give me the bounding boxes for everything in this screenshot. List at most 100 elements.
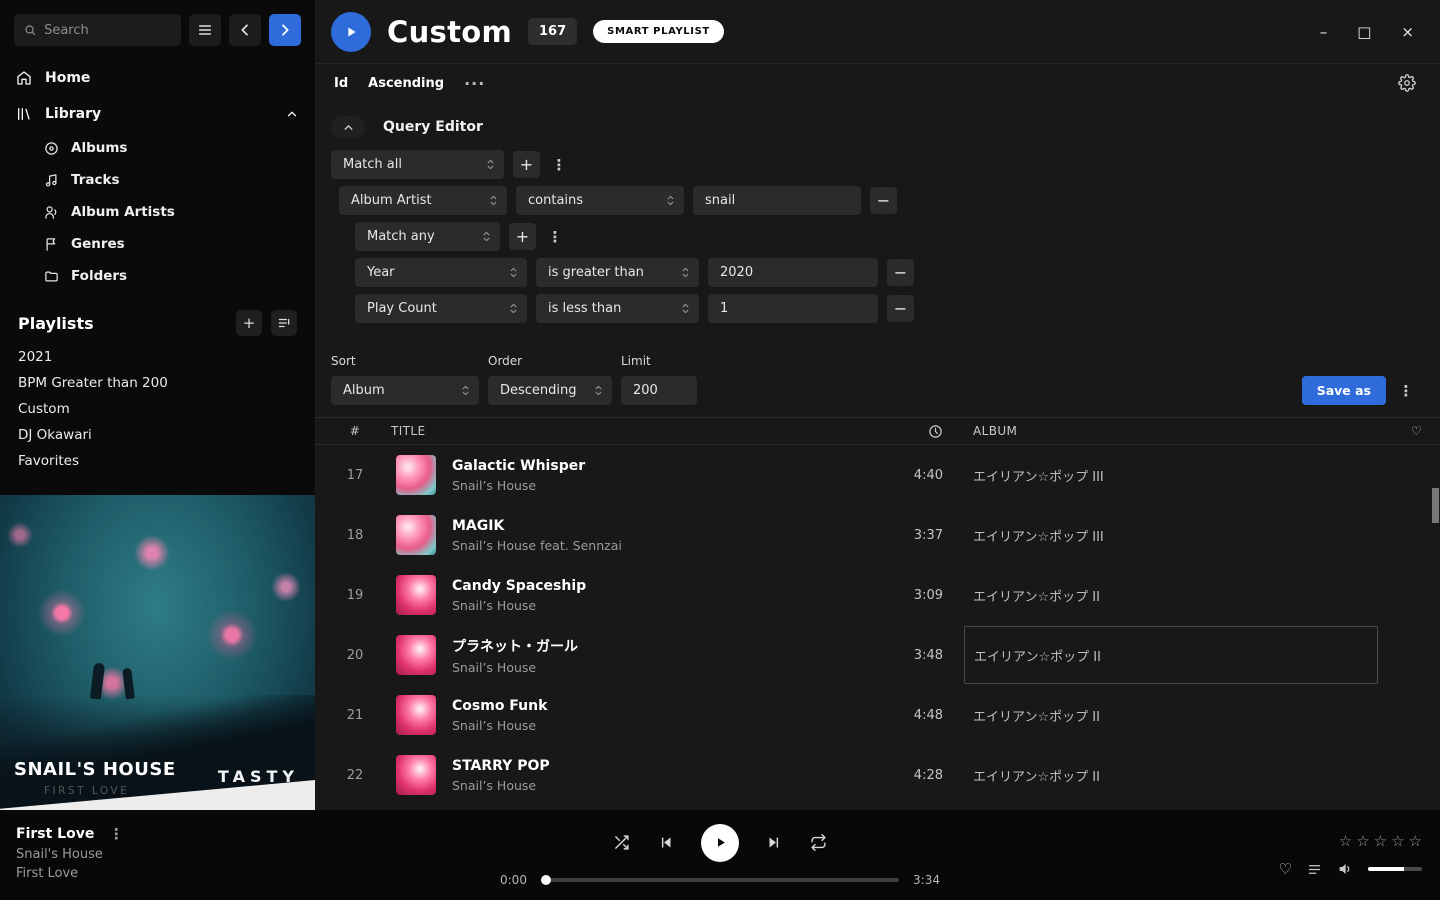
next-button[interactable] <box>766 834 783 851</box>
sub-match-type-select[interactable]: Match any <box>355 222 500 251</box>
queue-button[interactable] <box>1307 862 1322 877</box>
group-options-button[interactable]: ⋮ <box>549 156 569 174</box>
more-options-icon[interactable]: ··· <box>464 74 485 93</box>
track-album[interactable]: エイリアン☆ポップ II <box>951 766 1411 785</box>
star-icon[interactable]: ☆ <box>1374 832 1387 850</box>
chevron-up-icon[interactable] <box>285 107 299 121</box>
volume-slider[interactable] <box>1368 867 1422 871</box>
rule-operator-select[interactable]: is greater than <box>536 258 699 287</box>
playlist-item-2021[interactable]: 2021 <box>0 344 315 370</box>
playlist-list-button[interactable] <box>271 310 297 336</box>
favorite-button[interactable]: ♡ <box>1279 860 1292 878</box>
playlist-options-button[interactable]: ⋮ <box>1396 376 1416 405</box>
sidebar-item-album-artists[interactable]: Album Artists <box>0 196 315 228</box>
sidebar-item-genres[interactable]: Genres <box>0 228 315 260</box>
rule-value-input[interactable] <box>708 294 878 323</box>
forward-button[interactable] <box>269 14 301 46</box>
now-playing-artist[interactable]: Snail's House <box>16 847 304 862</box>
track-info: MAGIK Snail’s House feat. Sennzai <box>452 518 865 553</box>
add-playlist-button[interactable]: + <box>236 310 262 336</box>
menu-button[interactable] <box>189 14 221 46</box>
track-row[interactable]: 22 STARRY POP Snail’s House 4:28 エイリアン☆ポ… <box>315 745 1440 805</box>
column-title[interactable]: TITLE <box>379 424 865 438</box>
star-icon[interactable]: ☆ <box>1391 832 1404 850</box>
track-album[interactable]: エイリアン☆ポップ III <box>951 466 1411 485</box>
track-album[interactable]: エイリアン☆ポップ II <box>951 586 1411 605</box>
maximize-button[interactable]: □ <box>1357 23 1371 41</box>
rule-field-select[interactable]: Year <box>355 258 527 287</box>
rule-operator-value: is less than <box>548 301 674 316</box>
remove-rule-button[interactable]: − <box>887 259 914 286</box>
seek-bar[interactable] <box>541 878 899 882</box>
sort-select[interactable]: Album <box>331 376 479 405</box>
library-label: Library <box>45 106 101 122</box>
back-button[interactable] <box>229 14 261 46</box>
sidebar-item-home[interactable]: Home <box>0 60 315 96</box>
subgroup-options-button[interactable]: ⋮ <box>545 228 565 246</box>
track-row[interactable]: 18 MAGIK Snail’s House feat. Sennzai 3:3… <box>315 505 1440 565</box>
previous-button[interactable] <box>657 834 674 851</box>
star-icon[interactable]: ☆ <box>1339 832 1352 850</box>
now-playing-artwork[interactable]: SNAIL'S HOUSE FIRST LOVE TASTY <box>0 495 315 810</box>
settings-gear-icon[interactable] <box>1398 74 1416 92</box>
collapse-query-editor-button[interactable] <box>331 116 365 138</box>
scrollbar-thumb[interactable] <box>1432 488 1439 523</box>
track-row[interactable]: 17 Galactic Whisper Snail’s House 4:40 エ… <box>315 445 1440 505</box>
home-label: Home <box>45 70 90 86</box>
close-button[interactable]: × <box>1401 23 1414 41</box>
add-rule-button[interactable]: + <box>513 151 540 178</box>
track-row[interactable]: 19 Candy Spaceship Snail’s House 3:09 エイ… <box>315 565 1440 625</box>
tracklist-header: # TITLE ALBUM ♡ <box>315 417 1440 445</box>
track-album[interactable]: エイリアン☆ポップ II <box>951 706 1411 725</box>
sidebar-item-tracks[interactable]: Tracks <box>0 164 315 196</box>
save-as-button[interactable]: Save as <box>1302 376 1386 405</box>
track-row[interactable]: 21 Cosmo Funk Snail’s House 4:48 エイリアン☆ポ… <box>315 685 1440 745</box>
play-pause-button[interactable] <box>701 824 739 862</box>
column-album[interactable]: ALBUM <box>951 424 1411 438</box>
remove-rule-button[interactable]: − <box>870 187 897 214</box>
column-index[interactable]: # <box>331 424 379 438</box>
seek-knob[interactable] <box>541 875 551 885</box>
order-select[interactable]: Descending <box>488 376 612 405</box>
now-playing-album[interactable]: First Love <box>16 866 304 881</box>
add-subrule-button[interactable]: + <box>509 223 536 250</box>
column-duration[interactable] <box>865 424 951 439</box>
rule-operator-select[interactable]: is less than <box>536 294 699 323</box>
play-playlist-button[interactable] <box>331 12 371 52</box>
star-icon[interactable]: ☆ <box>1409 832 1422 850</box>
sort-direction-button[interactable]: Ascending <box>368 76 444 91</box>
rule-field-select[interactable]: Play Count <box>355 294 527 323</box>
match-type-select[interactable]: Match all <box>331 150 504 179</box>
sort-field-button[interactable]: Id <box>334 76 348 91</box>
minimize-button[interactable]: – <box>1320 23 1328 41</box>
column-favorite[interactable]: ♡ <box>1411 424 1428 438</box>
track-duration: 3:09 <box>865 588 951 603</box>
repeat-button[interactable] <box>810 834 827 851</box>
playlist-item-bpm[interactable]: BPM Greater than 200 <box>0 370 315 396</box>
playlist-item-favorites[interactable]: Favorites <box>0 448 315 474</box>
track-album[interactable]: エイリアン☆ポップ III <box>951 526 1411 545</box>
playlist-item-dj-okawari[interactable]: DJ Okawari <box>0 422 315 448</box>
rule-value-input[interactable] <box>693 186 861 215</box>
library-submenu: Albums Tracks Album Artists Genres Folde… <box>0 132 315 292</box>
sidebar-item-folders[interactable]: Folders <box>0 260 315 292</box>
sidebar-item-albums[interactable]: Albums <box>0 132 315 164</box>
volume-button[interactable] <box>1337 861 1353 877</box>
star-icon[interactable]: ☆ <box>1356 832 1369 850</box>
track-row[interactable]: 20 プラネット・ガール Snail’s House 3:48 エイリアン☆ポッ… <box>315 625 1440 685</box>
now-playing-title[interactable]: First Love <box>16 826 94 842</box>
search-input[interactable] <box>44 23 171 38</box>
rating-stars[interactable]: ☆ ☆ ☆ ☆ ☆ <box>1339 832 1422 850</box>
rule-value-input[interactable] <box>708 258 878 287</box>
limit-input[interactable] <box>621 376 697 405</box>
playlist-item-custom[interactable]: Custom <box>0 396 315 422</box>
query-subgroup: Match any + ⋮ <box>355 222 1416 251</box>
sidebar-item-library[interactable]: Library <box>0 96 315 132</box>
now-playing-options-button[interactable]: ⋮ <box>106 825 126 843</box>
shuffle-button[interactable] <box>613 834 630 851</box>
track-album-focused-cell[interactable]: エイリアン☆ポップ II <box>964 626 1378 684</box>
rule-field-select[interactable]: Album Artist <box>339 186 507 215</box>
remove-rule-button[interactable]: − <box>887 295 914 322</box>
search-box[interactable] <box>14 14 181 46</box>
rule-operator-select[interactable]: contains <box>516 186 684 215</box>
